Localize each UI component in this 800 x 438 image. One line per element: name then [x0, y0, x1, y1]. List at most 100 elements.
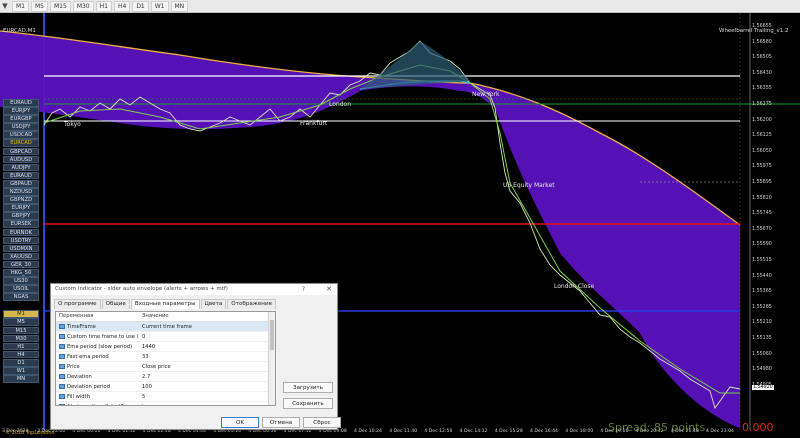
current-price-label: 1.54920	[752, 385, 774, 390]
indicator-dialog: Custom Indicator - slder auto envelope (…	[50, 283, 341, 430]
param-value[interactable]: true	[139, 404, 153, 406]
symbol-button[interactable]: GBPJPY	[3, 212, 39, 220]
ok-button[interactable]: OK	[221, 417, 259, 428]
price-tick-label: 1.55895	[752, 180, 772, 185]
scroll-thumb[interactable]	[270, 320, 274, 350]
symbol-button[interactable]: EURJPY	[3, 204, 39, 212]
symbol-button[interactable]: EURSEK	[3, 220, 39, 228]
symbol-button[interactable]: USDMXN	[3, 244, 39, 253]
time-tick-label: 4 Dec 15:28	[494, 429, 523, 434]
symbol-button[interactable]: AUDUSD	[3, 155, 39, 164]
symbol-button[interactable]: GER_30	[3, 260, 39, 269]
close-icon[interactable]: ✕	[326, 284, 332, 295]
session-label-us-equity: US Equity Market	[503, 182, 555, 189]
param-name: Custom time frame to use (if custo...	[67, 333, 139, 340]
symbol-button[interactable]: EURAUD	[3, 171, 39, 180]
symbol-button[interactable]: EURJPY	[3, 107, 39, 115]
save-button[interactable]: Сохранить	[283, 398, 333, 409]
symbol-button[interactable]: USOIL	[3, 285, 39, 293]
param-row[interactable]: Deviation 2.7	[56, 372, 275, 382]
param-name: Fill width	[67, 393, 90, 400]
timeframe-side-button[interactable]: MN	[3, 375, 39, 383]
timeframe-side-button[interactable]: W1	[3, 367, 39, 375]
session-label-tokyo: Tokyo	[64, 121, 81, 128]
param-value[interactable]: 2.7	[139, 374, 150, 380]
param-value[interactable]: Close price	[139, 364, 171, 370]
symbol-button[interactable]: EURGBP	[3, 115, 39, 123]
symbol-button[interactable]: USDTRY	[3, 236, 39, 245]
param-value[interactable]: Current time frame	[139, 324, 192, 330]
timeframe-side-button[interactable]: M30	[3, 334, 39, 343]
param-row[interactable]: Fill width 5	[56, 392, 275, 402]
time-tick-label: 4 Dec 14:12	[459, 429, 488, 434]
symbol-button[interactable]: GBPCAD	[3, 147, 39, 156]
params-header: Переменная Значение	[56, 312, 275, 322]
reset-button[interactable]: Сброс	[303, 417, 341, 428]
price-tick-label: 1.55745	[752, 211, 772, 217]
tab-colors[interactable]: Цвета	[200, 299, 227, 309]
tf-button-d1[interactable]: D1	[132, 0, 149, 12]
param-row[interactable]: TimeFrame Current time frame	[56, 322, 275, 332]
time-tick-label: 4 Dec 11:40	[389, 429, 418, 434]
tf-button-h1[interactable]: H1	[95, 0, 112, 12]
symbol-button[interactable]: USDCAD	[3, 131, 39, 139]
symbol-button[interactable]: XAUUSD	[3, 252, 39, 261]
symbol-button[interactable]: GBPNZD	[3, 196, 39, 204]
param-value[interactable]: 5	[139, 394, 145, 400]
timeframe-side-button[interactable]: M5	[3, 318, 39, 327]
param-value[interactable]: 1440	[139, 344, 155, 350]
tf-button-m15[interactable]: M15	[50, 0, 71, 12]
param-row[interactable]: Ema period (slow period) 1440	[56, 342, 275, 352]
param-row[interactable]: Price Close price	[56, 362, 275, 372]
tab-common[interactable]: Общие	[101, 299, 130, 309]
load-button[interactable]: Загрузить	[283, 382, 333, 393]
tf-button-m30[interactable]: M30	[72, 0, 94, 12]
session-label-london-close: London Close	[554, 283, 595, 290]
spread-value: 0.000	[742, 421, 774, 434]
param-row[interactable]: Alerts on (true/false)?true	[56, 402, 275, 406]
price-tick-label: 1.56430	[752, 70, 772, 76]
param-row[interactable]: Fast ema period 33	[56, 352, 275, 362]
param-type-icon	[59, 324, 65, 329]
timeframe-side-button[interactable]: M1	[3, 310, 39, 318]
tab-about[interactable]: О программе	[54, 299, 101, 309]
price-tick-label: 1.55210	[752, 320, 772, 326]
cancel-button[interactable]: Отмена	[262, 417, 300, 428]
tf-button-h4[interactable]: H4	[113, 0, 131, 12]
symbol-button[interactable]: NGAS	[3, 293, 39, 301]
timeframe-side-button[interactable]: D1	[3, 358, 39, 367]
symbol-button[interactable]: HKG_50	[3, 268, 39, 277]
help-icon[interactable]: ?	[302, 284, 305, 295]
param-type-icon	[59, 384, 65, 389]
params-scrollbar[interactable]	[268, 312, 275, 405]
tab-visualization[interactable]: Отображение	[227, 299, 277, 309]
symbol-button[interactable]: EURCAD	[3, 139, 39, 148]
params-table: Переменная Значение TimeFrame Current tim…	[55, 311, 276, 406]
symbol-button[interactable]: EURAUD	[3, 99, 39, 107]
param-value[interactable]: 0	[139, 334, 145, 340]
timeframe-side-button[interactable]: H4	[3, 350, 39, 359]
param-value[interactable]: 33	[139, 354, 149, 360]
symbol-button[interactable]: USDJPY	[3, 123, 39, 131]
chevron-down-icon[interactable]: ▼	[0, 2, 10, 10]
tf-button-mn[interactable]: MN	[170, 0, 189, 12]
param-type-icon	[59, 374, 65, 379]
price-tick-label: 1.56200	[752, 117, 772, 123]
symbol-button[interactable]: GBPAUD	[3, 179, 39, 188]
timeframe-side-button[interactable]: H1	[3, 342, 39, 351]
timeframe-side-button[interactable]: M15	[3, 326, 39, 335]
symbol-button[interactable]: US30	[3, 277, 39, 285]
param-row[interactable]: Deviation period 100	[56, 382, 275, 392]
symbol-button[interactable]: NZDUSD	[3, 188, 39, 196]
price-tick-label: 1.55135	[752, 336, 772, 341]
chart-symbol-title: EURCAD,M1	[3, 28, 36, 34]
tf-button-w1[interactable]: W1	[150, 0, 169, 12]
param-row[interactable]: Custom time frame to use (if custo...0	[56, 332, 275, 342]
symbol-button[interactable]: EURNOK	[3, 228, 39, 237]
price-tick-label: 1.55515	[752, 258, 772, 263]
param-value[interactable]: 100	[139, 384, 152, 390]
tf-button-m5[interactable]: M5	[31, 0, 48, 12]
tab-inputs[interactable]: Входные параметры	[130, 299, 200, 309]
symbol-button[interactable]: AUDJPY	[3, 163, 39, 172]
tf-button-m1[interactable]: M1	[12, 0, 29, 12]
